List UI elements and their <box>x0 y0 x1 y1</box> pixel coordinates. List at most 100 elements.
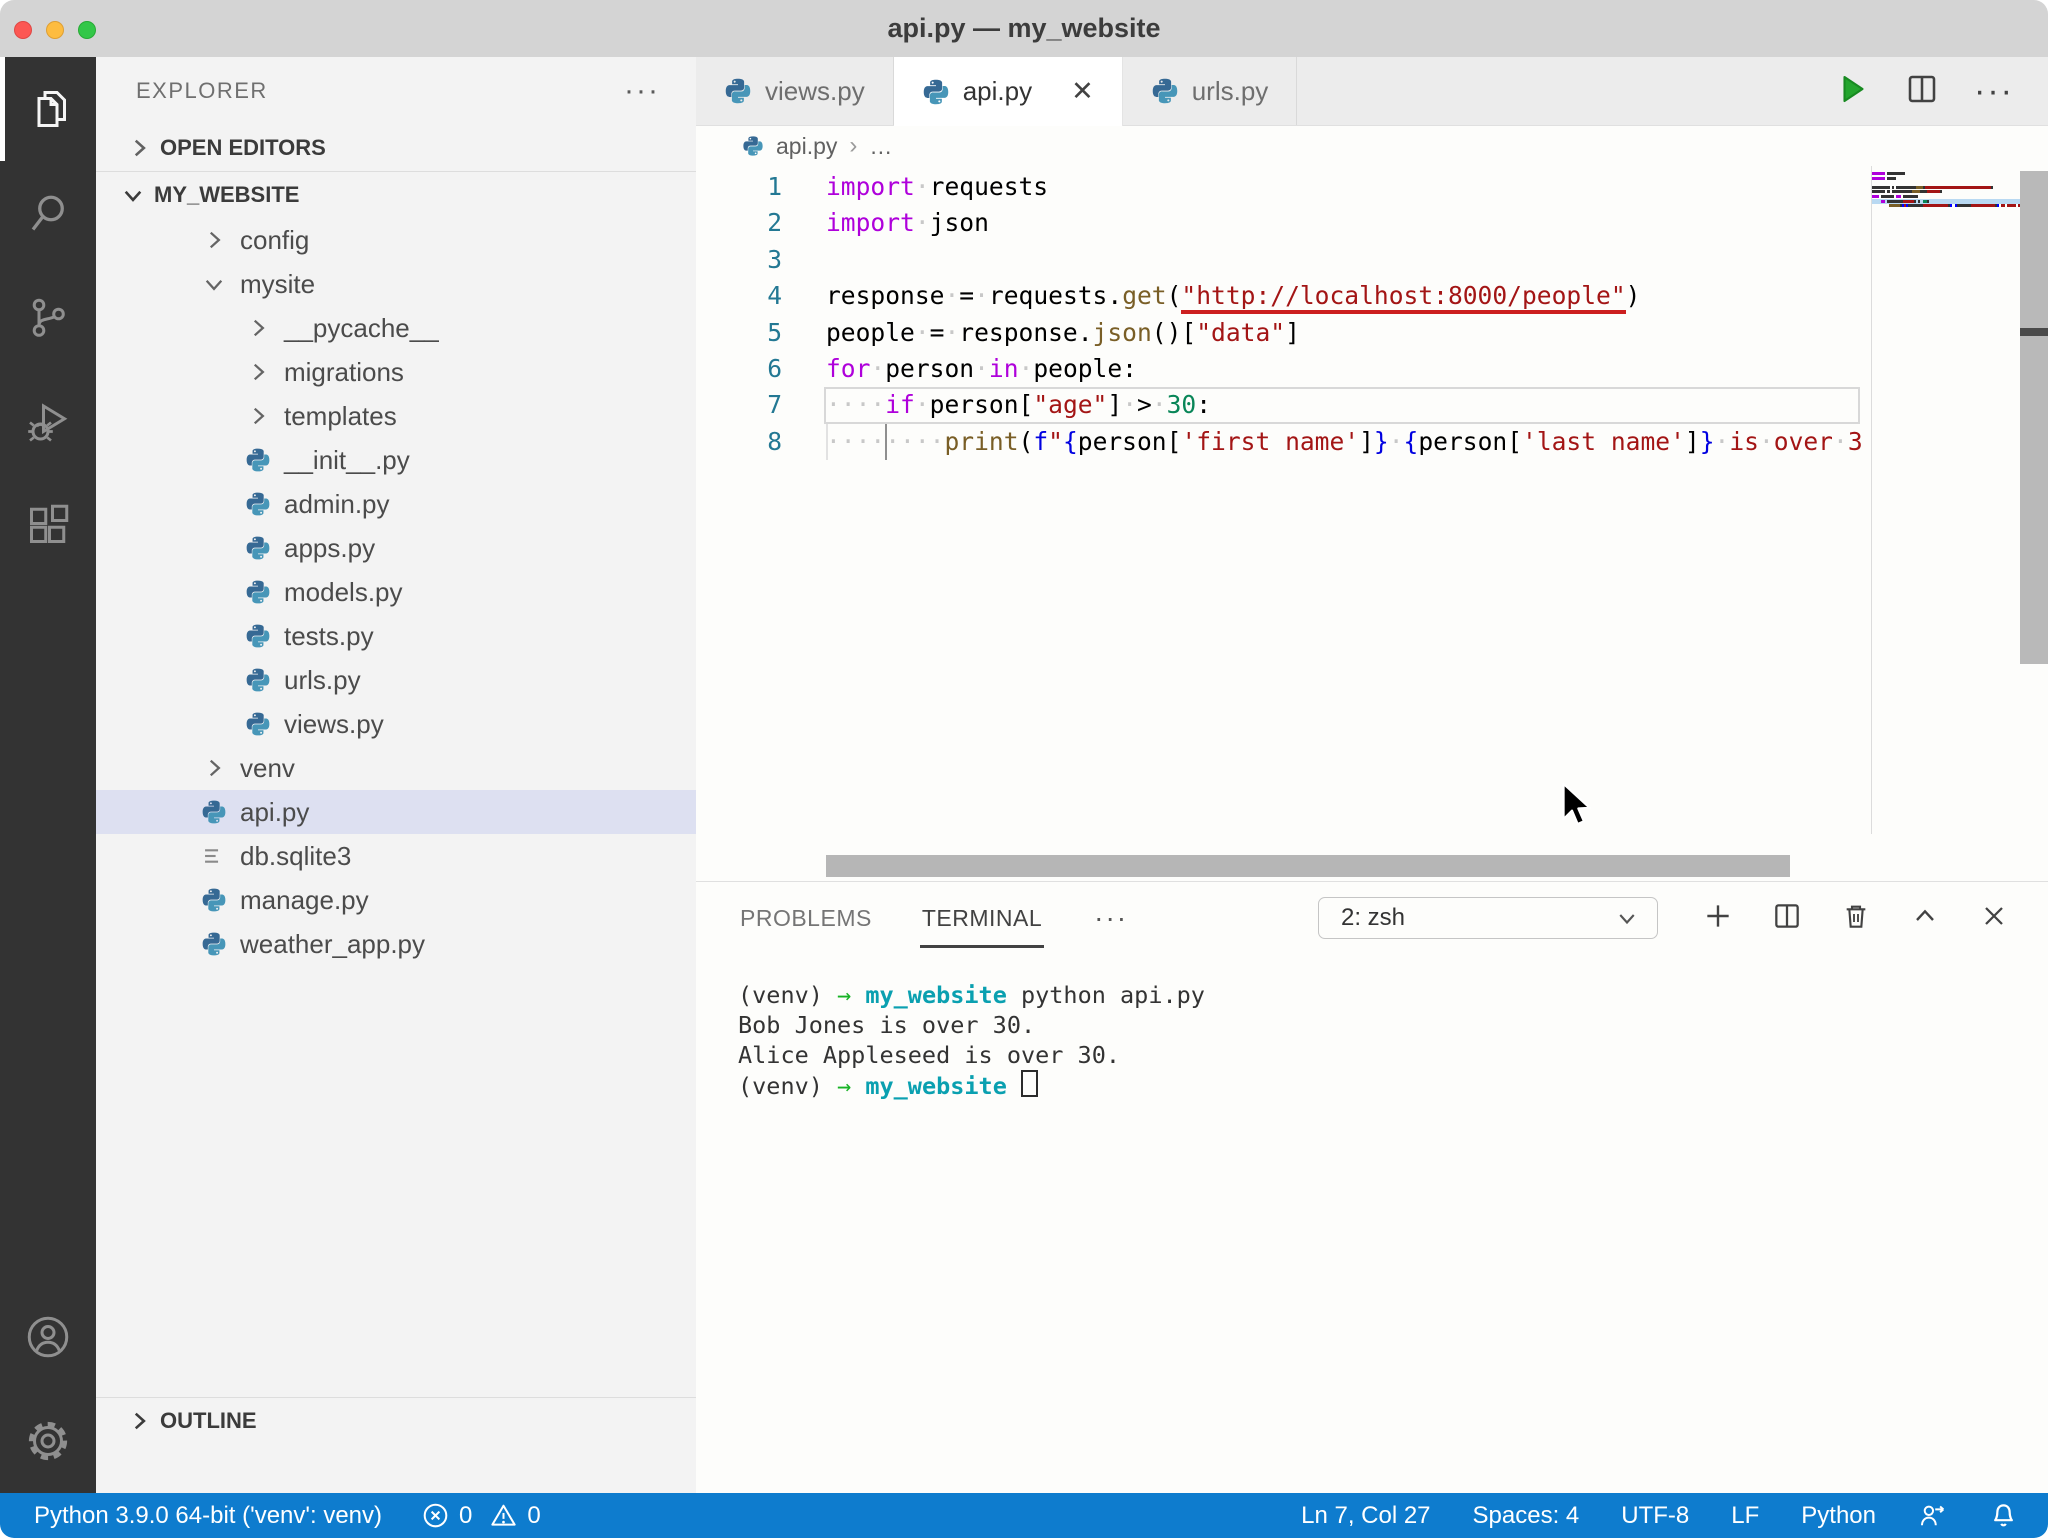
chevron-right-icon <box>245 359 271 385</box>
minimap-line <box>1872 203 2020 208</box>
code-line-8[interactable]: 8········print(f"{person['first name']}·… <box>696 424 2048 460</box>
minimize-window-button[interactable] <box>46 21 64 39</box>
python-icon <box>245 667 271 693</box>
problems-status[interactable]: 0 0 <box>422 1502 541 1530</box>
python-icon <box>1151 77 1179 105</box>
tree-item-views-py[interactable]: views.py <box>96 702 696 746</box>
terminal-line: (venv) → my_website <box>738 1070 2048 1101</box>
line-number: 5 <box>696 315 826 351</box>
tree-item-models-py[interactable]: models.py <box>96 570 696 614</box>
status-indentation[interactable]: Spaces: 4 <box>1473 1502 1580 1530</box>
gear-icon <box>24 1417 72 1465</box>
tree-item-urls-py[interactable]: urls.py <box>96 658 696 702</box>
activity-bar-source-control[interactable] <box>0 265 96 369</box>
activity-bar-account[interactable] <box>0 1285 96 1389</box>
status-cursor-position[interactable]: Ln 7, Col 27 <box>1301 1502 1430 1530</box>
tree-item-label: manage.py <box>240 885 369 916</box>
tab-views-py[interactable]: views.py <box>696 57 894 125</box>
vertical-scrollbar-thumb[interactable] <box>2020 328 2048 336</box>
activity-bar-run-debug[interactable] <box>0 369 96 473</box>
open-editors-section[interactable]: OPEN EDITORS <box>96 125 696 172</box>
mouse-cursor <box>1552 781 1592 829</box>
terminal-shell-select[interactable]: 2: zsh <box>1318 897 1658 939</box>
run-python-file-button[interactable] <box>1834 71 1870 112</box>
feedback-icon[interactable] <box>1918 1501 1947 1530</box>
chevron-down-icon <box>120 182 146 208</box>
tree-item-api-py[interactable]: api.py <box>96 790 696 834</box>
minimap[interactable] <box>1872 171 2020 831</box>
breadcrumb-file[interactable]: api.py <box>776 133 837 160</box>
status-language-mode[interactable]: Python <box>1801 1502 1876 1530</box>
vertical-scrollbar[interactable] <box>2020 171 2048 664</box>
indent-guide <box>826 424 828 460</box>
tree-item--pycache-[interactable]: __pycache__ <box>96 306 696 350</box>
horizontal-scrollbar-thumb[interactable] <box>826 855 1790 877</box>
more-actions-button[interactable]: ··· <box>1974 72 2014 111</box>
tab-label: views.py <box>765 76 865 107</box>
python-icon <box>245 491 271 517</box>
split-terminal-button[interactable] <box>1771 900 1803 937</box>
kill-terminal-button[interactable] <box>1840 900 1872 937</box>
bell-icon[interactable] <box>1989 1501 2018 1530</box>
outline-section[interactable]: OUTLINE <box>96 1397 696 1443</box>
code-line-7[interactable]: 7····if·person["age"]·>·30: <box>696 387 2048 423</box>
close-panel-button[interactable] <box>1978 900 2010 937</box>
source-control-icon <box>24 293 72 341</box>
status-encoding[interactable]: UTF-8 <box>1621 1502 1689 1530</box>
tab-api-py[interactable]: api.py✕ <box>894 57 1123 126</box>
code-line-3[interactable]: 3 <box>696 242 2048 278</box>
tree-item-venv[interactable]: venv <box>96 746 696 790</box>
tree-item-label: migrations <box>284 357 404 388</box>
tree-item--init-py[interactable]: __init__.py <box>96 438 696 482</box>
panel-tab-terminal[interactable]: TERMINAL <box>920 887 1044 948</box>
split-editor-icon <box>1771 900 1803 932</box>
status-eol[interactable]: LF <box>1731 1502 1759 1530</box>
tree-item-config[interactable]: config <box>96 218 696 262</box>
plus-icon <box>1702 900 1734 932</box>
python-icon <box>245 623 271 649</box>
zoom-window-button[interactable] <box>78 21 96 39</box>
tab-urls-py[interactable]: urls.py <box>1123 57 1298 125</box>
tree-item-mysite[interactable]: mysite <box>96 262 696 306</box>
code-line-4[interactable]: 4response·=·requests.get("http://localho… <box>696 278 2048 314</box>
code-line-6[interactable]: 6for·person·in·people: <box>696 351 2048 387</box>
code-editor[interactable]: 1import·requests2import·json34response·=… <box>696 166 2048 881</box>
maximize-panel-button[interactable] <box>1909 900 1941 937</box>
code-line-1[interactable]: 1import·requests <box>696 169 2048 205</box>
panel-tab-problems[interactable]: PROBLEMS <box>738 887 874 945</box>
tree-item-apps-py[interactable]: apps.py <box>96 526 696 570</box>
new-terminal-button[interactable] <box>1702 900 1734 937</box>
python-icon <box>245 711 271 737</box>
code-line-2[interactable]: 2import·json <box>696 205 2048 241</box>
breadcrumb[interactable]: api.py›… <box>696 126 2048 166</box>
close-window-button[interactable] <box>14 21 32 39</box>
terminal-output[interactable]: (venv) → my_website python api.pyBob Jon… <box>696 954 2048 1101</box>
tree-item-admin-py[interactable]: admin.py <box>96 482 696 526</box>
activity-bar-extensions[interactable] <box>0 473 96 577</box>
tree-item-tests-py[interactable]: tests.py <box>96 614 696 658</box>
open-editors-label: OPEN EDITORS <box>160 135 326 161</box>
python-icon <box>245 535 271 561</box>
activity-bar-settings[interactable] <box>0 1389 96 1493</box>
code-line-5[interactable]: 5people·=·response.json()["data"] <box>696 315 2048 351</box>
extensions-icon <box>24 501 72 549</box>
tree-item-weather-app-py[interactable]: weather_app.py <box>96 922 696 966</box>
tree-item-manage-py[interactable]: manage.py <box>96 878 696 922</box>
breadcrumb-symbol[interactable]: … <box>869 133 892 160</box>
close-tab-icon[interactable]: ✕ <box>1071 76 1094 107</box>
activity-bar-explorer[interactable] <box>0 57 96 161</box>
workspace-label: MY_WEBSITE <box>154 182 299 208</box>
python-interpreter-status[interactable]: Python 3.9.0 64-bit ('venv': venv) <box>34 1502 382 1530</box>
chevron-right-icon <box>245 403 271 429</box>
workspace-section[interactable]: MY_WEBSITE <box>96 172 696 218</box>
panel-more-actions-button[interactable]: ··· <box>1094 902 1128 934</box>
split-editor-button[interactable] <box>1904 71 1940 112</box>
sidebar-more-actions-button[interactable]: ··· <box>624 74 660 108</box>
python-icon <box>201 887 227 913</box>
tree-item-templates[interactable]: templates <box>96 394 696 438</box>
tree-item-migrations[interactable]: migrations <box>96 350 696 394</box>
python-icon <box>922 78 950 106</box>
tree-item-db-sqlite3[interactable]: db.sqlite3 <box>96 834 696 878</box>
line-number: 2 <box>696 205 826 241</box>
activity-bar-search[interactable] <box>0 161 96 265</box>
